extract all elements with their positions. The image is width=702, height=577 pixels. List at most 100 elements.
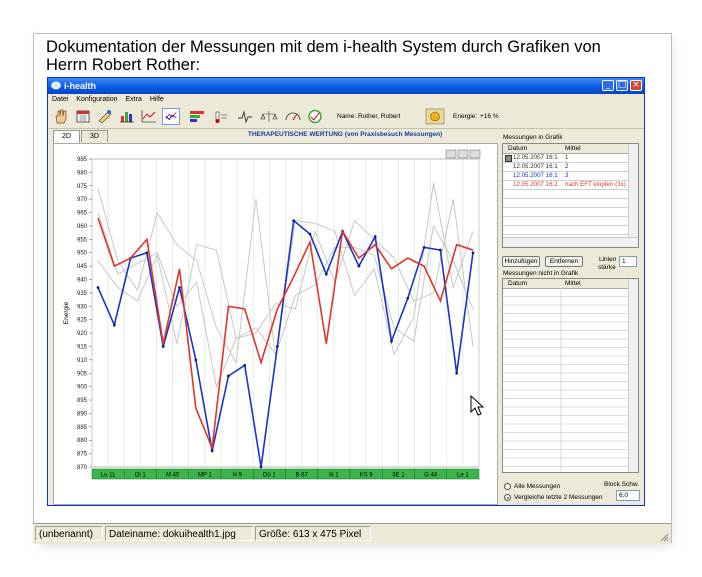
grid1-empty-row bbox=[503, 190, 628, 199]
series-point bbox=[275, 345, 279, 348]
grid1-cell-datum: 12.05.2007 16:1 bbox=[513, 154, 558, 161]
compare-last-two-radio[interactable] bbox=[504, 494, 511, 501]
category-label: M 45 bbox=[166, 473, 180, 479]
series-point bbox=[178, 286, 181, 289]
temperature-icon[interactable] bbox=[212, 108, 230, 125]
category-label: H 9 bbox=[232, 473, 242, 479]
grid1-row[interactable]: 12.05.2007 16:1 2 bbox=[503, 163, 628, 172]
pulse-icon[interactable] bbox=[236, 108, 254, 125]
series-point bbox=[324, 272, 328, 276]
category-label: Di 1 bbox=[135, 473, 146, 479]
menu-hilfe[interactable]: Hilfe bbox=[150, 96, 164, 103]
remove-button[interactable]: Entfernen bbox=[545, 256, 583, 267]
series-point bbox=[438, 248, 442, 252]
gauge-icon[interactable] bbox=[284, 108, 302, 125]
y-tick-label: 905 bbox=[77, 371, 88, 377]
energy-icon[interactable] bbox=[425, 108, 445, 125]
balance-icon[interactable] bbox=[260, 108, 278, 125]
series-point bbox=[243, 363, 247, 367]
y-tick-label: 925 bbox=[77, 318, 88, 324]
all-measurements-radio[interactable] bbox=[504, 483, 511, 490]
grid1-row[interactable]: 12.05.2007 16:2 nach EFT klopfen (3x) bbox=[503, 181, 628, 190]
category-label: N 1 bbox=[329, 473, 339, 479]
category-label: B 67 bbox=[295, 473, 308, 479]
y-tick-label: 945 bbox=[77, 264, 88, 270]
name-value: Rother, Robert bbox=[358, 113, 401, 120]
compare-last-two-label: Vergleiche letzte 2 Messungen bbox=[514, 494, 603, 501]
calendar-icon[interactable] bbox=[74, 108, 92, 125]
all-measurements-label: Alle Messungen bbox=[514, 483, 561, 490]
grid1-empty-row bbox=[503, 208, 628, 217]
series-point bbox=[96, 286, 100, 289]
grid1-cell-datum: 12.05.2007 16:2 bbox=[513, 181, 558, 188]
y-tick-label: 940 bbox=[77, 278, 88, 284]
series-point bbox=[292, 219, 296, 222]
maximize-button[interactable]: □ bbox=[616, 80, 628, 91]
compare-chart-icon[interactable] bbox=[162, 108, 180, 125]
y-tick-label: 930 bbox=[77, 304, 88, 310]
series-point bbox=[406, 296, 410, 300]
series-point bbox=[259, 465, 263, 469]
series-point bbox=[145, 251, 149, 255]
grid1-horizontal-scrollbar[interactable] bbox=[503, 237, 638, 247]
meridian-table-icon[interactable] bbox=[188, 108, 206, 125]
y-axis-label: Energie bbox=[63, 301, 70, 324]
chart-area: 870 875 880 885 890 895 900 905 910 915 920 925 930 9… bbox=[53, 143, 498, 505]
grid1-empty-row bbox=[503, 217, 628, 226]
y-tick-label: 965 bbox=[77, 211, 88, 217]
grid1-header-datum: Datum bbox=[508, 145, 528, 152]
y-tick-label: 885 bbox=[77, 425, 88, 431]
tab-2d[interactable]: 2D bbox=[53, 130, 80, 143]
grid1-row[interactable]: 12.05.2007 16:1 3 bbox=[503, 172, 628, 181]
y-tick-label: 920 bbox=[77, 331, 88, 337]
hand-icon[interactable] bbox=[52, 108, 70, 125]
category-label: Le 1 bbox=[457, 473, 469, 479]
menu-extra[interactable]: Extra bbox=[126, 96, 142, 103]
category-label: MP 1 bbox=[198, 473, 213, 479]
close-button[interactable]: × bbox=[630, 80, 642, 91]
menu-bar: Datei Konfiguration Extra Hilfe bbox=[48, 94, 644, 106]
y-tick-label: 955 bbox=[77, 237, 88, 243]
menu-konfiguration[interactable]: Konfiguration bbox=[76, 96, 117, 103]
resize-grip-icon[interactable] bbox=[659, 532, 669, 542]
status-file: Dateiname: dokuihealth1.jpg bbox=[105, 526, 253, 541]
window-title: i-health bbox=[64, 81, 97, 91]
y-tick-label: 960 bbox=[77, 224, 88, 230]
series-point bbox=[308, 232, 312, 236]
grid1-row[interactable]: 12.05.2007 16:1 1 bbox=[503, 154, 628, 163]
measure-icon[interactable] bbox=[96, 108, 114, 125]
grid1-row-checkbox[interactable] bbox=[505, 155, 512, 162]
tab-3d[interactable]: 3D bbox=[81, 130, 108, 142]
block-label: Block.Schw. bbox=[604, 481, 640, 488]
line-width-stepper[interactable]: 1 bbox=[619, 256, 637, 267]
y-tick-label: 900 bbox=[77, 385, 88, 391]
menu-datei[interactable]: Datei bbox=[52, 96, 68, 103]
grid1-cell-datum: 12.05.2007 16:1 bbox=[513, 163, 558, 170]
app-logo-icon bbox=[51, 81, 61, 90]
globe-icon[interactable] bbox=[306, 108, 324, 125]
bar-chart-icon[interactable] bbox=[118, 108, 136, 125]
series-point bbox=[227, 374, 230, 378]
grid1-cell-datum: 12.05.2007 16:1 bbox=[513, 172, 558, 179]
grid2-vertical-scrollbar[interactable] bbox=[628, 279, 638, 472]
grid1-header-mittel: Mittel bbox=[565, 145, 581, 152]
title-bar[interactable]: i-health _ □ × bbox=[48, 78, 644, 94]
add-button[interactable]: Hinzufügen bbox=[502, 256, 540, 267]
series-point bbox=[373, 235, 377, 239]
series-point bbox=[422, 245, 426, 249]
grid2-header-mittel: Mittel bbox=[565, 280, 581, 287]
grid1-vertical-scrollbar[interactable] bbox=[628, 144, 638, 238]
grid1-empty-row bbox=[503, 226, 628, 235]
grid2-title: Messungen nicht in Grafik bbox=[503, 270, 579, 277]
line-chart-icon[interactable] bbox=[140, 108, 158, 125]
series-point bbox=[471, 251, 475, 255]
minimize-button[interactable]: _ bbox=[602, 80, 614, 91]
grid1-cell-mittel: 3 bbox=[565, 172, 569, 179]
y-tick-label: 950 bbox=[77, 251, 88, 257]
grid1-cell-mittel: nach EFT klopfen (3x) bbox=[565, 181, 626, 188]
energy-label: Energie: bbox=[453, 113, 478, 120]
grid1-empty-row bbox=[503, 199, 628, 208]
measurements-not-in-chart-grid: Datum Mittel bbox=[502, 278, 639, 473]
block-stepper[interactable]: 6,0 bbox=[616, 490, 640, 501]
status-size: Größe: 613 x 475 Pixel bbox=[255, 526, 371, 541]
